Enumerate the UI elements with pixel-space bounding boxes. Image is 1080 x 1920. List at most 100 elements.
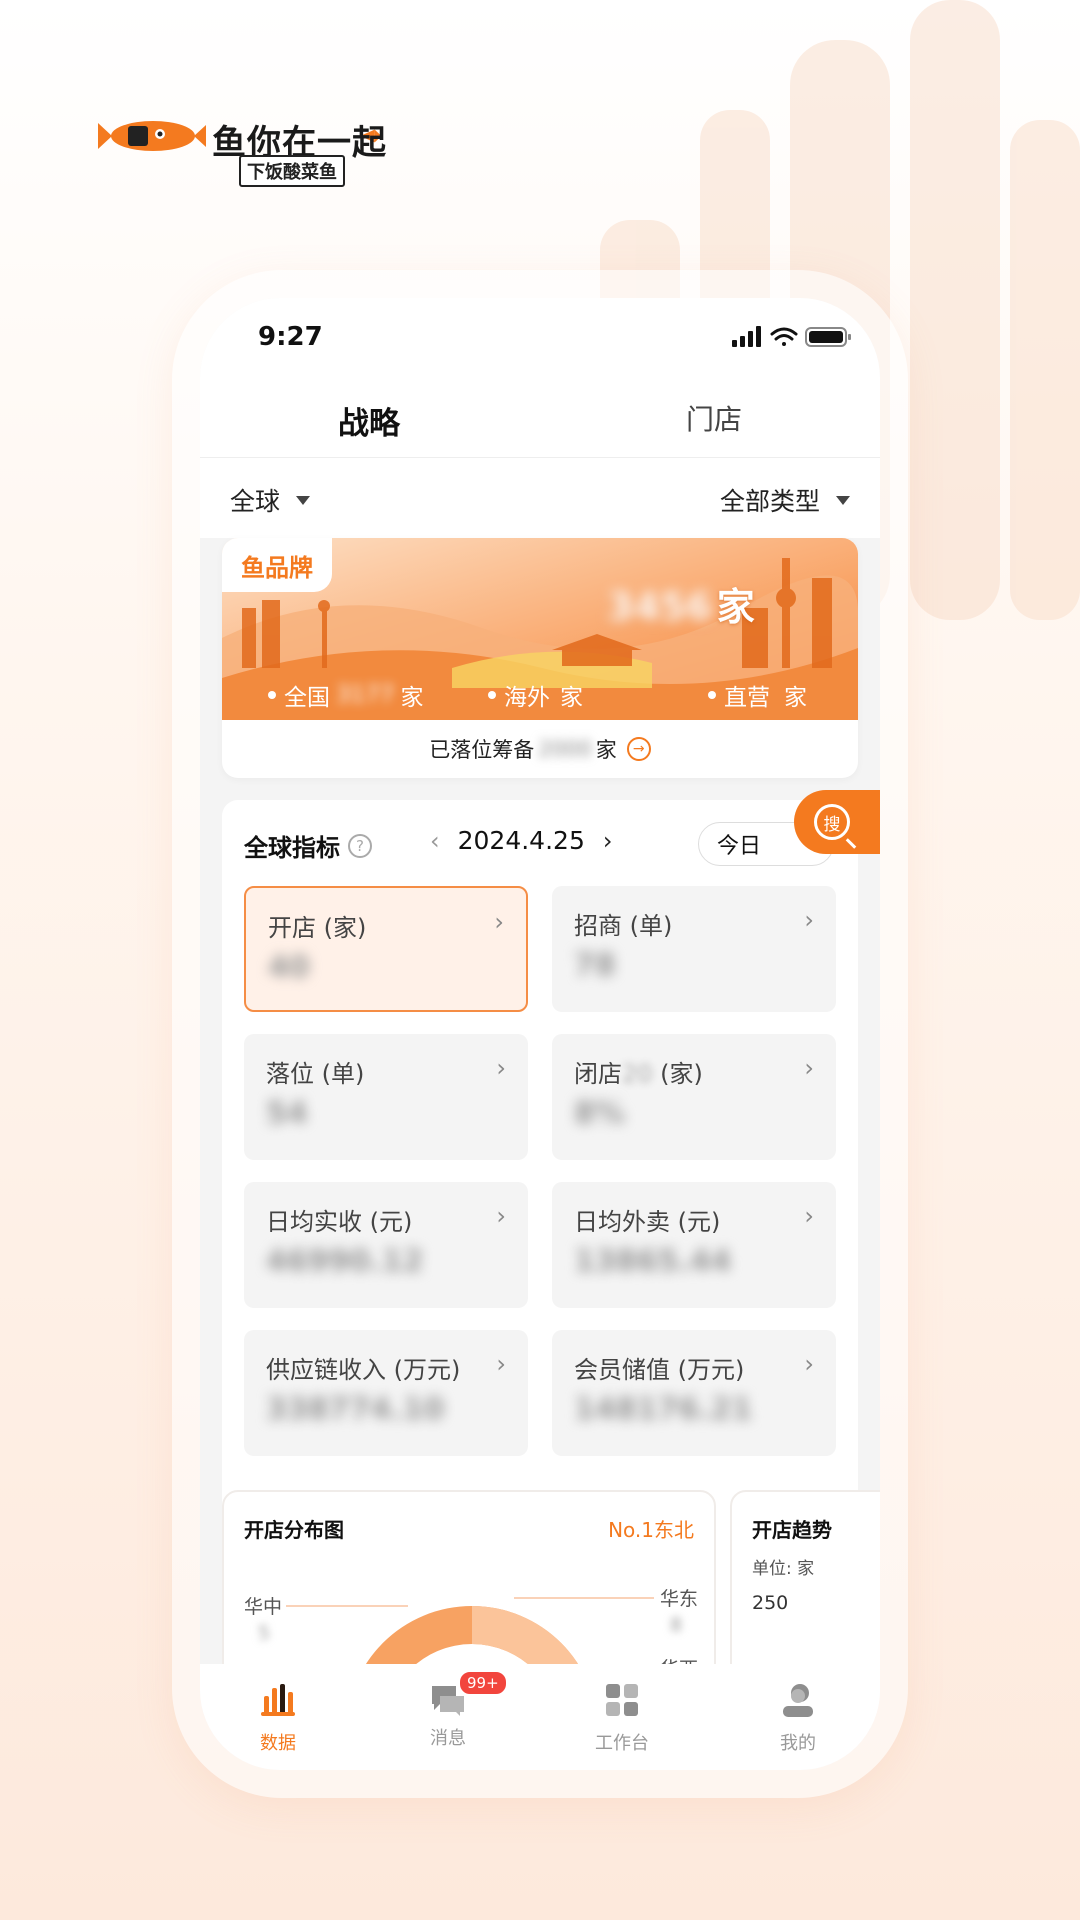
search-icon: 搜	[814, 804, 850, 840]
metric-value: 13865.44	[574, 1244, 732, 1279]
metric-value: 338774.10	[266, 1392, 445, 1427]
help-icon[interactable]: ?	[348, 833, 372, 858]
stat-overseas: 海外 家	[488, 678, 583, 712]
chart-unit: 单位: 家	[752, 1559, 815, 1579]
chevron-right-icon: ›	[496, 1202, 506, 1230]
caret-down-icon	[836, 495, 850, 505]
nav-messages[interactable]: 99+ 消息	[388, 1670, 508, 1750]
grid-icon	[606, 1684, 638, 1716]
chart-title: 开店趋势	[752, 1518, 832, 1542]
metric-card-open-stores[interactable]: 开店 (家) › 40	[244, 886, 528, 1012]
banner-tag: 鱼品牌	[222, 538, 332, 592]
unread-badge: 99+	[458, 1670, 508, 1696]
type-value: 全部类型	[719, 487, 820, 516]
region-label: 华东	[660, 1588, 699, 1610]
fish-logo-icon	[98, 121, 206, 151]
stat-value: 3177	[336, 682, 395, 708]
nav-mine[interactable]: 我的	[738, 1682, 858, 1755]
metric-value: 148176.21	[574, 1392, 753, 1427]
arrow-right-circle-icon[interactable]: →	[626, 737, 651, 761]
bottom-nav: 数据 99+ 消息 工作台 我的	[200, 1664, 880, 1770]
metric-value: 40	[268, 950, 310, 985]
stat-direct: 直营 家	[708, 678, 807, 712]
search-fab[interactable]: 搜	[794, 790, 880, 854]
brand-slogan: 下饭酸菜鱼	[239, 155, 345, 187]
metric-card-franchise[interactable]: 招商 (单) › 78	[552, 886, 836, 1012]
chevron-right-icon: ›	[494, 908, 504, 936]
status-bar: 9:27	[200, 298, 880, 378]
metric-card-member-deposit[interactable]: 会员储值 (万元) › 148176.21	[552, 1330, 836, 1456]
message-icon-wrap: 99+	[430, 1670, 508, 1718]
metric-label: 落位 (单)	[266, 1060, 365, 1088]
metric-label: 会员储值 (万元)	[574, 1356, 745, 1384]
metric-label: 日均外卖 (元)	[574, 1208, 721, 1236]
bullet-icon	[488, 691, 496, 699]
current-date[interactable]: 2024.4.25	[458, 826, 585, 855]
wifi-icon	[770, 327, 798, 346]
footer-unit: 家	[595, 738, 617, 762]
metric-value: 8%	[574, 1096, 625, 1131]
date-navigator: ‹ 2024.4.25 ›	[412, 826, 630, 855]
banner-total: 3456 家	[607, 576, 755, 631]
tab-label: 战略	[338, 406, 400, 442]
footer-value: 2000	[538, 737, 592, 761]
region-value: 全球	[230, 487, 281, 516]
tab-strategy[interactable]: 战略	[338, 398, 404, 449]
nav-data[interactable]: 数据	[218, 1682, 338, 1755]
region-label: 华中	[244, 1596, 283, 1618]
y-axis-tick: 250	[752, 1592, 789, 1614]
stat-label: 直营	[724, 685, 770, 711]
search-label: 搜	[823, 814, 841, 835]
top-tabs: 战略 门店	[200, 378, 880, 458]
stat-label: 海外	[504, 685, 550, 711]
metric-value: 54	[266, 1096, 308, 1131]
type-dropdown[interactable]: 全部类型	[720, 482, 850, 518]
metric-card-daily-revenue[interactable]: 日均实收 (元) › 46990.12	[244, 1182, 528, 1308]
chevron-right-icon: ›	[496, 1350, 506, 1378]
chevron-right-icon: ›	[804, 906, 814, 934]
caret-down-icon	[296, 495, 311, 505]
region-value: 5	[258, 1622, 271, 1644]
metric-label-suffix: (家)	[652, 1060, 703, 1088]
metric-value: 46990.12	[266, 1244, 424, 1279]
stat-national: 全国 3177 家	[268, 678, 424, 712]
charts-row: 开店分布图 No.1东北 华中 5 华东 8 华西 开店趋势 单位: 家 250	[222, 1490, 880, 1730]
chevron-right-icon: ›	[804, 1202, 814, 1230]
chevron-right-icon: ›	[804, 1350, 814, 1378]
metric-label: 招商 (单)	[574, 912, 673, 940]
bar-chart-icon	[261, 1684, 295, 1716]
metric-label: 闭店20 (家)	[574, 1054, 703, 1089]
battery-icon	[805, 327, 851, 347]
banner-total-value: 3456	[607, 585, 713, 629]
region-dropdown[interactable]: 全球	[230, 482, 311, 518]
nav-label: 工作台	[595, 1733, 649, 1754]
brand-summary-banner[interactable]: 鱼品牌 3456 家 全国 3177 家 海外 家 直营 家 已落位筹备 200…	[222, 538, 858, 778]
user-icon	[783, 1684, 813, 1717]
metric-card-closed-stores[interactable]: 闭店20 (家) › 8%	[552, 1034, 836, 1160]
metric-value: 78	[574, 948, 616, 983]
metric-card-placement[interactable]: 落位 (单) › 54	[244, 1034, 528, 1160]
chevron-right-icon: ›	[496, 1054, 506, 1082]
nav-label: 数据	[260, 1733, 296, 1754]
metrics-title-text: 全球指标	[244, 834, 340, 862]
brand-logo: 鱼你在一起 下饭酸菜鱼	[98, 115, 408, 187]
stat-label: 全国	[284, 685, 330, 711]
metric-label: 供应链收入 (万元)	[266, 1356, 461, 1384]
phone-screen: 9:27 战略 门店 全球 全部类型 鱼品牌 3456 家 全国 3177 家 …	[200, 298, 880, 1770]
metric-label: 开店 (家)	[268, 914, 367, 942]
banner-total-unit: 家	[716, 585, 755, 629]
metric-card-daily-delivery[interactable]: 日均外卖 (元) › 13865.44	[552, 1182, 836, 1308]
next-date-icon[interactable]: ›	[585, 827, 631, 855]
status-icons	[732, 326, 851, 347]
tab-store[interactable]: 门店	[686, 398, 742, 438]
bullet-icon	[708, 691, 716, 699]
filter-bar: 全球 全部类型	[200, 458, 880, 538]
nav-workbench[interactable]: 工作台	[562, 1682, 682, 1755]
banner-footer[interactable]: 已落位筹备 2000 家 →	[222, 720, 858, 778]
banner-stats: 全国 3177 家 海外 家 直营 家	[222, 674, 858, 714]
metrics-header: 全球指标 ? ‹ 2024.4.25 › 今日	[222, 800, 858, 886]
metric-card-supply-chain[interactable]: 供应链收入 (万元) › 338774.10	[244, 1330, 528, 1456]
bullet-icon	[268, 691, 276, 699]
prev-date-icon[interactable]: ‹	[412, 827, 458, 855]
chevron-right-icon: ›	[804, 1054, 814, 1082]
